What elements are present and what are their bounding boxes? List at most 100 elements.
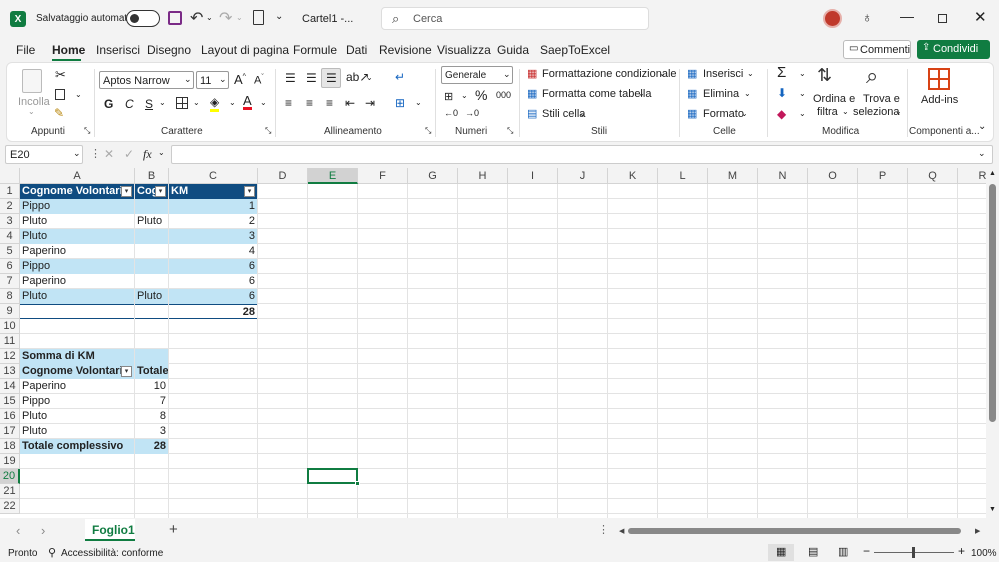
pivot-cell[interactable]: Paperino [20,379,134,394]
pivot-row-label-cell[interactable]: Cognome Volontario [20,364,134,379]
paste-icon[interactable] [22,69,42,93]
autosave-toggle[interactable] [126,10,160,27]
comments-button[interactable]: ▭ Commenti [843,40,911,59]
selected-cell[interactable] [307,468,358,484]
cut-icon[interactable]: ✂ [55,67,66,83]
add-sheet-icon[interactable]: + [169,521,178,538]
table-cell[interactable]: 6 [169,259,257,274]
font-color-icon[interactable]: A [243,94,252,110]
orientation-dropdown-icon[interactable]: ⌄ [366,73,373,82]
file-title[interactable]: Cartel1 -... [302,13,353,25]
next-sheet-icon[interactable]: › [41,523,45,538]
percent-icon[interactable]: % [475,87,487,103]
column-header-b[interactable]: B [135,168,169,184]
row-header-18[interactable]: 18 [0,439,20,454]
table-total-cell[interactable] [135,304,168,319]
page-break-view-icon[interactable]: ▥ [838,545,848,558]
column-header-d[interactable]: D [258,168,308,184]
pivot-cell[interactable]: 8 [135,409,168,424]
fill-icon[interactable]: ⬇ [777,86,787,100]
column-header-r[interactable]: R [958,168,986,184]
accounting-format-icon[interactable]: ⊞ [444,90,453,103]
fill-color-icon[interactable]: ◈ [210,95,220,112]
align-right-icon[interactable]: ≡ [326,96,333,110]
tab-help[interactable]: Guida [497,43,529,57]
sort-filter-label-1[interactable]: Ordina e [813,93,855,105]
underline-button[interactable]: S [145,97,153,111]
align-bottom-button[interactable]: ☰ [321,68,341,88]
page-layout-view-icon[interactable]: ▤ [808,545,818,558]
column-header-g[interactable]: G [408,168,458,184]
tab-review[interactable]: Revisione [379,43,432,57]
redo-dropdown-icon[interactable]: ⌄ [236,13,243,22]
format-cells-icon[interactable]: ▦ [687,107,697,120]
fill-color-dropdown-icon[interactable]: ⌄ [229,98,236,107]
row-header-6[interactable]: 6 [0,259,20,274]
row-header-4[interactable]: 4 [0,229,20,244]
align-top-icon[interactable]: ☰ [285,71,296,85]
insert-function-icon[interactable]: fx [143,147,152,162]
spreadsheet-grid[interactable]: ABCDEFGHIJKLMNOPQR 1 2 3 4 5 6 7 8 9 10 11 12 13 14 15… [0,168,986,518]
filter-dropdown-icon[interactable]: ▾ [244,186,255,197]
filter-dropdown-icon[interactable]: ▾ [155,186,166,197]
font-size-select[interactable]: 11 ⌄ [196,71,229,89]
table-cell[interactable] [135,274,168,289]
redo-icon[interactable]: ↷ [219,8,232,28]
zoom-out-icon[interactable]: − [863,544,870,558]
scroll-up-icon[interactable]: ▲ [989,170,996,177]
table-cell[interactable]: 6 [169,274,257,289]
row-header-15[interactable]: 15 [0,394,20,409]
pivot-cell[interactable]: 7 [135,394,168,409]
formula-input[interactable]: ⌄ [171,145,993,164]
tab-page-layout[interactable]: Layout di pagina [201,43,289,57]
tab-file[interactable]: File [16,43,35,57]
customize-toolbar-icon[interactable]: ⌄ [275,11,283,22]
zoom-in-icon[interactable]: + [958,544,965,558]
number-launcher-icon[interactable]: ⤡ [507,126,513,136]
row-header-8[interactable]: 8 [0,289,20,304]
column-header-h[interactable]: H [458,168,508,184]
scroll-left-icon[interactable]: ◀ [619,527,624,535]
row-header-17[interactable]: 17 [0,424,20,439]
pivot-title-cell[interactable]: Somma di KM [20,349,134,364]
tab-insert[interactable]: Inserisci [96,43,140,57]
table-cell[interactable]: Pluto [135,289,168,304]
tab-data[interactable]: Dati [346,43,367,57]
copy-dropdown-icon[interactable]: ⌄ [75,90,82,99]
scroll-right-icon[interactable]: ▶ [975,527,980,535]
insert-cells-icon[interactable]: ▦ [687,67,697,80]
sort-filter-label-2[interactable]: filtra [817,106,838,118]
column-header-o[interactable]: O [808,168,858,184]
conditional-format-label[interactable]: Formattazione condizionale [542,68,677,80]
format-table-label[interactable]: Formatta come tabella [542,88,651,100]
name-box[interactable]: E20 ⌄ [5,145,83,164]
pivot-value-label-cell[interactable]: Totale [135,364,168,379]
column-header-p[interactable]: P [858,168,908,184]
italic-button[interactable]: C [125,97,134,111]
accessibility-status[interactable]: Accessibilità: conforme [61,548,163,559]
column-header-n[interactable]: N [758,168,808,184]
paste-dropdown-icon[interactable]: ⌄ [28,107,35,116]
grow-font-icon[interactable]: A^ [234,72,246,87]
copy-icon[interactable] [55,89,65,100]
expand-formula-icon[interactable]: ⌄ [978,148,986,159]
format-table-icon[interactable]: ▦ [527,87,537,100]
merge-center-icon[interactable]: ⊞ [395,96,405,110]
table-cell[interactable]: Pippo [20,259,134,274]
table-cell[interactable]: Paperino [20,244,134,259]
search-box[interactable]: ⌕ Cerca [381,7,649,30]
table-cell[interactable] [135,259,168,274]
column-header-q[interactable]: Q [908,168,958,184]
decrease-indent-icon[interactable]: ⇤ [345,96,355,110]
row-header-5[interactable]: 5 [0,244,20,259]
table-total-cell[interactable] [20,304,134,319]
pivot-title-cell[interactable] [135,349,168,364]
find-select-icon[interactable]: ⌕ [866,63,878,89]
row-header-16[interactable]: 16 [0,409,20,424]
more-sheets-icon[interactable]: ⋮ [598,523,609,536]
row-header-2[interactable]: 2 [0,199,20,214]
row-header-9[interactable]: 9 [0,304,20,319]
table-cell[interactable] [135,244,168,259]
delete-cells-label[interactable]: Elimina [703,88,739,100]
table-cell[interactable]: 6 [169,289,257,304]
